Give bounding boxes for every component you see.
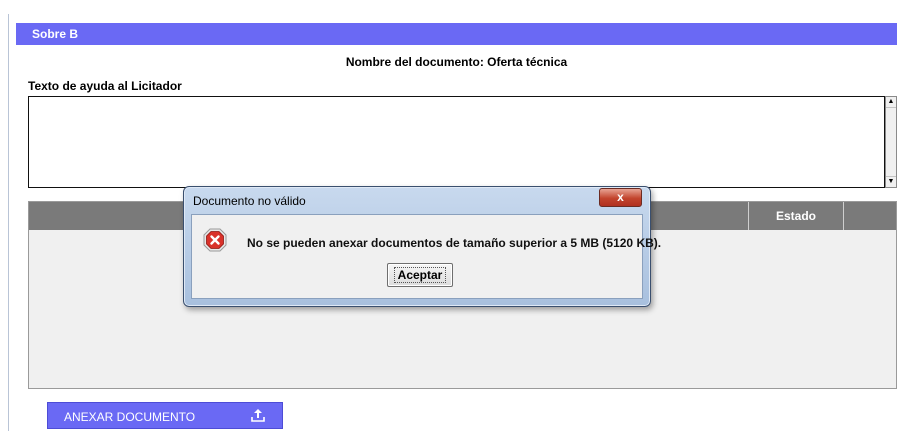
- upload-icon: [250, 407, 266, 426]
- error-icon: [203, 228, 227, 252]
- error-message: No se pueden anexar documentos de tamaño…: [247, 236, 662, 250]
- dialog-title: Documento no válido: [193, 194, 306, 208]
- aceptar-label: Aceptar: [393, 267, 447, 283]
- dialog-body: No se pueden anexar documentos de tamaño…: [191, 214, 661, 299]
- anexar-label: ANEXAR DOCUMENTO: [64, 410, 196, 424]
- error-dialog: Documento no válido x No se pueden anexa…: [183, 186, 661, 307]
- panel-title: Sobre B: [16, 23, 897, 45]
- help-label: Texto de ayuda al Licitador: [28, 79, 182, 93]
- close-icon[interactable]: x: [599, 188, 642, 207]
- column-estado[interactable]: Estado: [748, 202, 843, 230]
- scroll-down-icon[interactable]: ▼: [886, 176, 896, 187]
- help-textarea[interactable]: [28, 96, 885, 188]
- anexar-documento-button[interactable]: ANEXAR DOCUMENTO: [47, 402, 283, 429]
- aceptar-button[interactable]: Aceptar: [387, 263, 453, 287]
- help-scrollbar[interactable]: ▲ ▼: [885, 96, 897, 188]
- scroll-up-icon[interactable]: ▲: [886, 97, 896, 108]
- document-name: Nombre del documento: Oferta técnica: [345, 55, 568, 69]
- column-extra[interactable]: [843, 202, 896, 230]
- window-border: [8, 14, 9, 431]
